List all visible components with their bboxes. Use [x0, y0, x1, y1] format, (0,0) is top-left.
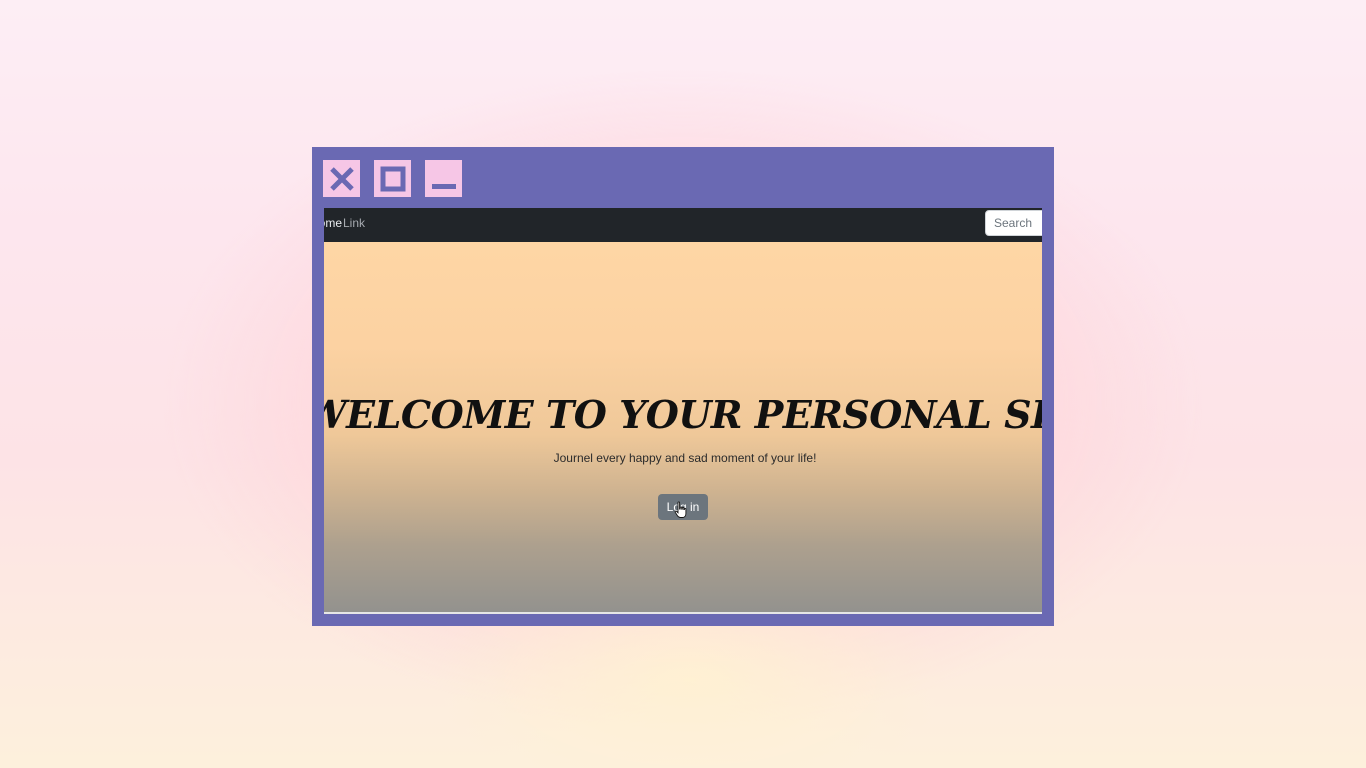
- nav-link[interactable]: Link: [343, 216, 365, 230]
- maximize-square-icon: [380, 166, 405, 191]
- nav-link-home[interactable]: Home: [324, 216, 342, 230]
- search-input[interactable]: [985, 210, 1042, 236]
- navbar: Home Link: [324, 208, 1042, 242]
- app-window: Home Link WELCOME TO YOUR PERSONAL SPACE…: [312, 147, 1054, 626]
- minimize-button[interactable]: [425, 160, 462, 197]
- hero-subtitle: Journel every happy and sad moment of yo…: [553, 451, 817, 465]
- hero-title: WELCOME TO YOUR PERSONAL SPACE: [324, 392, 1042, 437]
- close-button[interactable]: [323, 160, 360, 197]
- maximize-button[interactable]: [374, 160, 411, 197]
- page-bottom-edge: [324, 612, 1042, 614]
- hero-section: WELCOME TO YOUR PERSONAL SPACE Journel e…: [324, 242, 1042, 612]
- minimize-bar-icon: [431, 183, 456, 189]
- browser-viewport: Home Link WELCOME TO YOUR PERSONAL SPACE…: [324, 208, 1042, 614]
- login-button[interactable]: Log in: [658, 494, 708, 520]
- close-x-icon: [329, 166, 354, 191]
